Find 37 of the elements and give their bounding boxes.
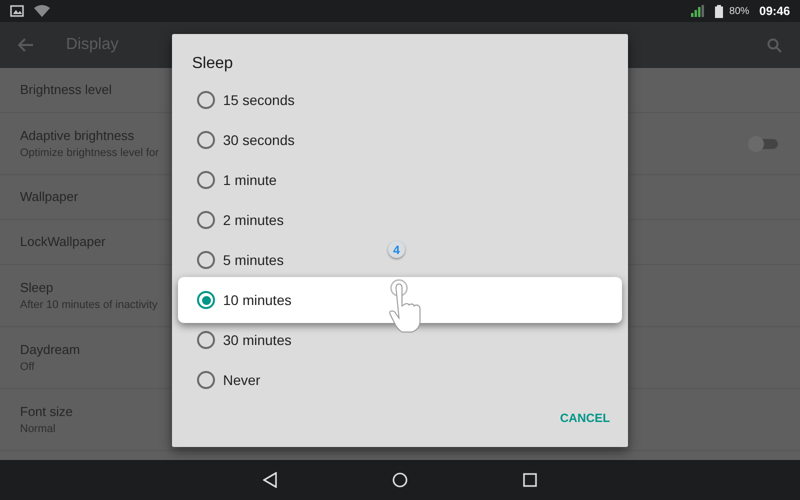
option-label: Never	[223, 370, 260, 390]
battery-icon	[715, 4, 724, 18]
toggle-switch[interactable]	[748, 136, 780, 150]
radio-button[interactable]	[197, 91, 215, 109]
battery-percent: 80%	[729, 4, 750, 18]
radio-button[interactable]	[197, 291, 215, 309]
radio-button[interactable]	[197, 211, 215, 229]
back-icon[interactable]	[263, 472, 277, 488]
setting-title: Font size	[20, 402, 73, 420]
setting-title: Daydream	[20, 340, 80, 359]
setting-title: Wallpaper	[20, 188, 78, 206]
option-label: 30 minutes	[223, 330, 292, 350]
option-label: 15 seconds	[223, 90, 295, 110]
option-label: 1 minute	[223, 170, 277, 190]
recents-icon[interactable]	[523, 473, 537, 487]
option-label: 2 minutes	[223, 210, 284, 230]
radio-button[interactable]	[197, 251, 215, 269]
radio-button[interactable]	[197, 131, 215, 149]
setting-title: LockWallpaper	[20, 233, 106, 252]
radio-button[interactable]	[197, 371, 215, 389]
image-icon	[10, 5, 24, 17]
option-label: 30 seconds	[223, 130, 295, 150]
radio-button[interactable]	[197, 331, 215, 349]
setting-title: Brightness level	[20, 81, 112, 100]
radio-button[interactable]	[197, 171, 215, 189]
dialog-title: Sleep	[191, 54, 234, 74]
selected-option-card[interactable]: 10 minutes	[178, 277, 622, 323]
signal-icon	[691, 5, 706, 17]
wifi-icon	[34, 5, 50, 17]
option-label: 5 minutes	[223, 250, 284, 270]
home-icon[interactable]	[392, 472, 408, 488]
search-icon[interactable]	[767, 38, 782, 52]
setting-title: Sleep	[20, 278, 54, 297]
clock: 09:46	[759, 3, 790, 20]
setting-title: Adaptive brightness	[20, 126, 134, 145]
back-arrow-icon[interactable]	[18, 38, 34, 52]
option-label: 10 minutes	[223, 290, 292, 310]
